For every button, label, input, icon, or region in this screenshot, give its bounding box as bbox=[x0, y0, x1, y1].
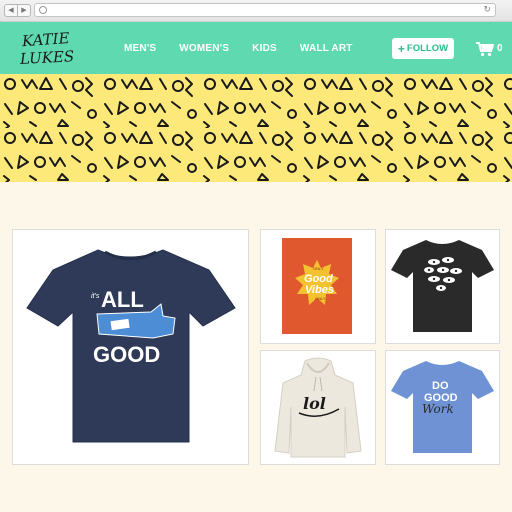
nav-mens[interactable]: MEN'S bbox=[124, 43, 156, 54]
tshirt-text-do: DO bbox=[432, 380, 449, 392]
hoodie-image: lol bbox=[274, 357, 362, 458]
product-card-good-vibes-print[interactable]: ONLY Good Vibes ONLY bbox=[260, 229, 376, 344]
nav-womens[interactable]: WOMEN'S bbox=[179, 43, 229, 54]
nav-kids[interactable]: KIDS bbox=[252, 43, 277, 54]
site-header: KATIE LUKES MEN'S WOMEN'S KIDS WALL ART … bbox=[0, 22, 512, 74]
product-card-do-good-work-tshirt[interactable]: DO GOOD Work bbox=[385, 350, 500, 465]
tshirt-text-good: GOOD bbox=[93, 342, 160, 367]
cart-icon bbox=[476, 42, 494, 57]
product-card-all-good-tshirt[interactable]: it's ALL GOOD bbox=[12, 229, 249, 465]
follow-label: FOLLOW bbox=[406, 43, 449, 54]
product-card-eyes-fish-tshirt[interactable] bbox=[385, 229, 500, 344]
cart-button[interactable]: 0 bbox=[475, 41, 505, 57]
logo[interactable]: KATIE LUKES bbox=[20, 28, 80, 68]
reload-icon[interactable]: ↻ bbox=[483, 4, 491, 15]
pattern-graphic bbox=[0, 74, 512, 182]
product-grid: it's ALL GOOD ONLY Good Vibes ONLY lol D… bbox=[0, 182, 512, 512]
print-text-only-top: ONLY bbox=[313, 266, 324, 271]
chevron-right-icon[interactable]: ▶ bbox=[18, 4, 31, 17]
tshirt-text-all: ALL bbox=[101, 287, 144, 312]
print-text-only-bottom: ONLY bbox=[315, 296, 326, 301]
tshirt-image: DO GOOD Work bbox=[391, 361, 494, 453]
chevron-left-icon[interactable]: ◀ bbox=[4, 4, 18, 17]
hoodie-text-lol: lol bbox=[303, 394, 326, 413]
tshirt-image: it's ALL GOOD bbox=[26, 249, 236, 443]
tshirt-text-work: Work bbox=[422, 402, 454, 416]
cart-count: 0 bbox=[497, 43, 503, 54]
main-nav: MEN'S WOMEN'S KIDS WALL ART bbox=[124, 22, 376, 74]
follow-button[interactable]: + FOLLOW bbox=[392, 38, 454, 59]
browser-toolbar: ◀ ▶ ↻ bbox=[0, 0, 512, 22]
address-bar[interactable]: ↻ bbox=[34, 3, 496, 17]
print-text-vibes: Vibes bbox=[305, 284, 334, 296]
plus-icon: + bbox=[397, 41, 405, 56]
logo-line2: LUKES bbox=[20, 47, 75, 68]
browser-nav-buttons: ◀ ▶ bbox=[4, 4, 31, 17]
tshirt-text-its: it's bbox=[91, 293, 100, 300]
pattern-banner bbox=[0, 74, 512, 182]
print-image: ONLY Good Vibes ONLY bbox=[282, 238, 352, 334]
nav-wall-art[interactable]: WALL ART bbox=[300, 43, 353, 54]
product-card-lol-hoodie[interactable]: lol bbox=[260, 350, 376, 465]
tshirt-image bbox=[391, 240, 494, 332]
globe-icon bbox=[39, 6, 47, 14]
